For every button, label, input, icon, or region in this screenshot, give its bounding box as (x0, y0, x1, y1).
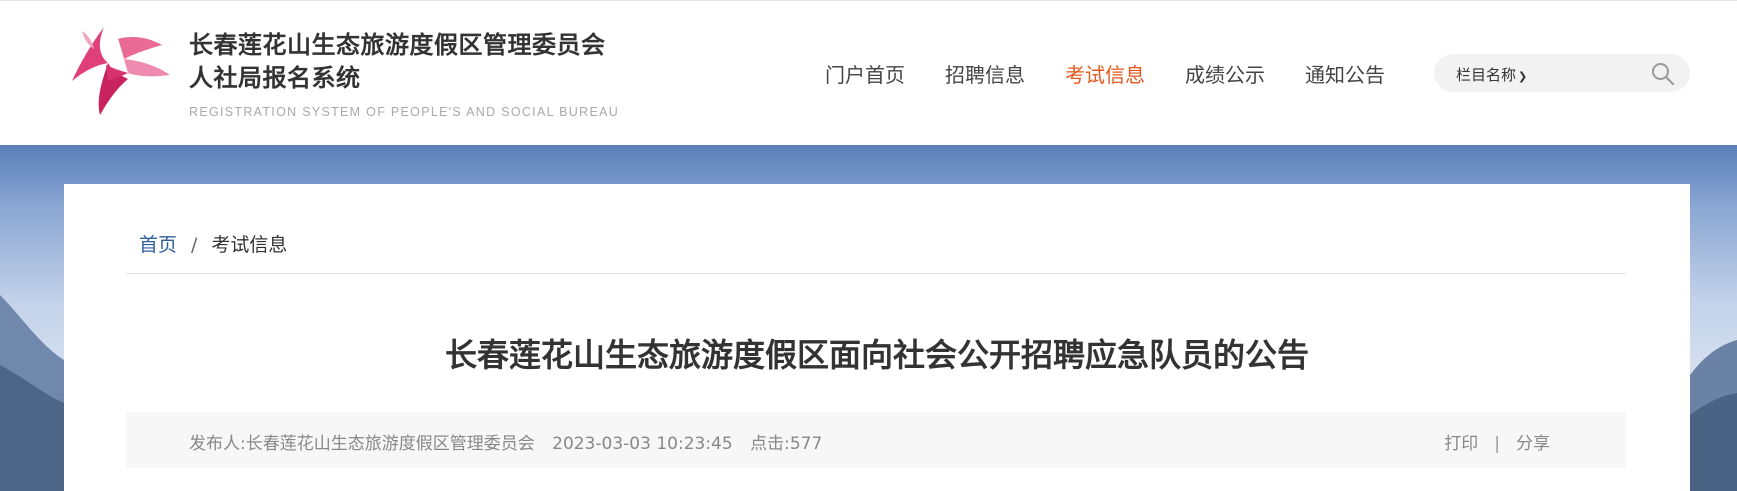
search-input[interactable] (1534, 60, 1644, 86)
site-subtitle-en: REGISTRATION SYSTEM OF PEOPLE'S AND SOCI… (189, 105, 620, 119)
brand-block: 长春莲花山生态旅游度假区管理委员会 人社局报名系统 REGISTRATION S… (189, 29, 619, 119)
search-box: 栏目名称 ❯ (1434, 54, 1690, 92)
article-clicks: 点击:577 (750, 434, 823, 454)
chevron-down-icon: ❯ (1518, 70, 1528, 83)
site-header: 长春莲花山生态旅游度假区管理委员会 人社局报名系统 REGISTRATION S… (0, 0, 1737, 145)
breadcrumb-current: 考试信息 (211, 234, 288, 256)
breadcrumb: 首页 / 考试信息 (139, 230, 287, 257)
share-button[interactable]: 分享 (1516, 434, 1550, 454)
site-title-line1: 长春莲花山生态旅游度假区管理委员会 (189, 31, 606, 59)
nav-item-scores[interactable]: 成绩公示 (1185, 59, 1265, 88)
breadcrumb-home-link[interactable]: 首页 (139, 234, 177, 256)
content-card: 首页 / 考试信息 长春莲花山生态旅游度假区面向社会公开招聘应急队员的公告 发布人:… (64, 184, 1690, 491)
action-divider: | (1494, 434, 1500, 454)
article-datetime: 2023-03-03 10:23:45 (552, 434, 733, 454)
site-title-line2: 人社局报名系统 (189, 64, 361, 92)
lotus-logo-icon[interactable] (62, 19, 177, 119)
nav-item-recruitment[interactable]: 招聘信息 (945, 59, 1025, 88)
breadcrumb-separator: / (191, 234, 198, 256)
nav-item-notices[interactable]: 通知公告 (1305, 59, 1385, 88)
nav-item-home[interactable]: 门户首页 (825, 59, 905, 88)
column-select[interactable]: 栏目名称 ❯ (1456, 64, 1527, 85)
article-publisher: 发布人:长春莲花山生态旅游度假区管理委员会 (189, 434, 535, 454)
search-icon[interactable] (1650, 61, 1676, 87)
nav-item-exam[interactable]: 考试信息 (1065, 59, 1145, 88)
breadcrumb-divider (126, 273, 1626, 274)
main-nav: 门户首页 招聘信息 考试信息 成绩公示 通知公告 (825, 59, 1425, 88)
article-actions: 打印 | 分享 (1444, 429, 1550, 454)
print-button[interactable]: 打印 (1444, 434, 1478, 454)
article-title: 长春莲花山生态旅游度假区面向社会公开招聘应急队员的公告 (444, 336, 1309, 374)
column-select-label: 栏目名称 (1456, 66, 1517, 84)
article-meta-info: 发布人:长春莲花山生态旅游度假区管理委员会 2023-03-03 10:23:4… (189, 429, 834, 454)
article-meta-bar: 发布人:长春莲花山生态旅游度假区管理委员会 2023-03-03 10:23:4… (126, 412, 1626, 468)
